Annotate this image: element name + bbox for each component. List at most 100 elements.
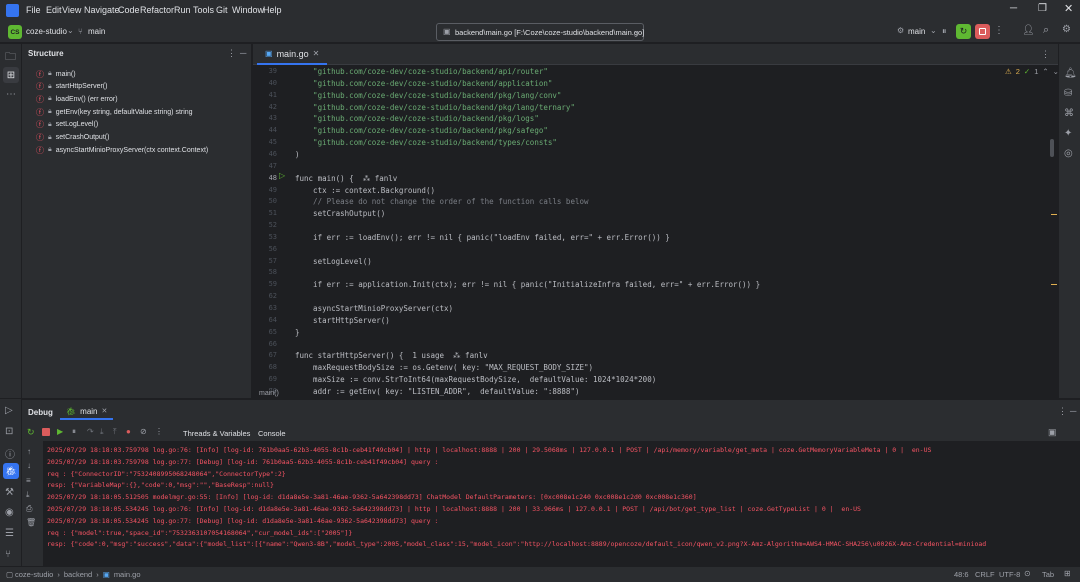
scrollbar-thumb[interactable]: [1050, 139, 1054, 157]
minimize-icon[interactable]: ─: [1010, 3, 1017, 14]
menu-edit[interactable]: Edit: [46, 5, 62, 15]
menu-view[interactable]: View: [62, 5, 81, 15]
code-line[interactable]: maxSize := conv.StrToInt64(maxRequestBod…: [295, 375, 656, 384]
line-separator[interactable]: CRLF: [975, 570, 995, 579]
code-line[interactable]: "github.com/coze-dev/coze-studio/backend…: [295, 91, 561, 100]
structure-icon[interactable]: ⊞: [3, 67, 19, 83]
code-line[interactable]: func main() { ⁂ fanlv: [295, 174, 397, 183]
file-path-selector[interactable]: ▣ backend\main.go [F:\Coze\coze-studio\b…: [436, 23, 644, 41]
more-icon[interactable]: ⋮: [155, 427, 163, 436]
step-into-icon[interactable]: ⤓: [100, 427, 104, 437]
rerun-icon[interactable]: ↻: [27, 427, 35, 438]
menu-git[interactable]: Git: [216, 5, 228, 15]
menu-refactor[interactable]: Refactor: [140, 5, 174, 15]
notifications-icon[interactable]: 🔔︎: [1064, 68, 1077, 79]
crumb-folder[interactable]: backend: [64, 570, 92, 579]
indent-setting[interactable]: Tab: [1042, 570, 1054, 579]
step-over-icon[interactable]: ↷: [87, 427, 94, 436]
more-icon[interactable]: ⋮: [227, 48, 236, 59]
code-line[interactable]: "github.com/coze-dev/coze-studio/backend…: [295, 138, 557, 147]
warning-marker[interactable]: [1051, 214, 1057, 215]
scroll-end-icon[interactable]: ⤓: [26, 490, 30, 500]
crumb-file[interactable]: main.go: [114, 570, 141, 579]
pause-icon[interactable]: ⏸: [942, 26, 947, 37]
memory-icon[interactable]: ⊞: [1064, 569, 1071, 578]
menu-help[interactable]: Help: [263, 5, 282, 15]
services-icon[interactable]: ⚒: [5, 487, 14, 498]
breakpoints-icon[interactable]: ●: [126, 427, 131, 436]
menu-code[interactable]: Code: [118, 5, 140, 15]
menu-tools[interactable]: Tools: [193, 5, 214, 15]
copilot-icon[interactable]: ◎: [1064, 148, 1073, 159]
layout-icon[interactable]: ▣: [1048, 427, 1057, 438]
code-line[interactable]: func startHttpServer() { 1 usage ⁂ fanlv: [295, 351, 488, 360]
pause-icon[interactable]: ⏸: [72, 427, 76, 437]
menu-window[interactable]: Window: [232, 5, 264, 15]
code-line[interactable]: startHttpServer(): [295, 316, 390, 325]
tab-threads-variables[interactable]: Threads & Variables: [183, 429, 250, 438]
search-icon[interactable]: ⌕: [1043, 24, 1049, 37]
menu-file[interactable]: File: [26, 5, 41, 15]
code-line[interactable]: setLogLevel(): [295, 257, 372, 266]
more-tools-icon[interactable]: ⋯: [6, 89, 16, 100]
step-out-icon[interactable]: ⤒: [113, 427, 117, 437]
settings-icon[interactable]: ⚙: [1062, 24, 1071, 35]
code-line[interactable]: if err := application.Init(ctx); err != …: [295, 280, 760, 289]
code-line[interactable]: asyncStartMinioProxyServer(ctx): [295, 304, 453, 313]
terminal-icon[interactable]: ⊡: [5, 426, 13, 437]
menu-run[interactable]: Run: [174, 5, 191, 15]
debug-session-tab[interactable]: 🐞︎ main ✕: [60, 404, 114, 420]
maximize-icon[interactable]: ❐: [1038, 3, 1047, 14]
ai-assistant-icon[interactable]: ✦: [1064, 128, 1072, 139]
project-folder-icon[interactable]: 🗀︎: [5, 48, 16, 67]
console-output[interactable]: 2025/07/29 18:18:03.759798 log.go:76: [I…: [43, 441, 1080, 567]
code-line[interactable]: // Please do not change the order of the…: [295, 197, 588, 206]
structure-item[interactable]: ⓕ 🔒︎ setCrashOutput(): [36, 132, 109, 144]
crumb-project[interactable]: coze-studio: [15, 570, 53, 579]
chevron-down-icon[interactable]: ⌄: [67, 26, 74, 35]
file-encoding[interactable]: UTF-8: [999, 570, 1020, 579]
branch-name[interactable]: main: [88, 27, 105, 36]
structure-item[interactable]: ⓕ 🔒︎ loadEnv() (err error): [36, 93, 118, 105]
cursor-position[interactable]: 48:6: [954, 570, 969, 579]
account-icon[interactable]: 👤︎: [1022, 25, 1035, 36]
gradle-icon[interactable]: ⌘: [1064, 108, 1074, 119]
stop-button[interactable]: [975, 24, 990, 39]
close-tab-icon[interactable]: ✕: [102, 407, 108, 415]
code-line[interactable]: "github.com/coze-dev/coze-studio/backend…: [295, 126, 548, 135]
run-config-name[interactable]: main: [908, 27, 925, 36]
close-icon[interactable]: ✕: [1064, 2, 1073, 15]
debug-tool-icon[interactable]: 🐞︎: [3, 463, 19, 479]
code-line[interactable]: setCrashOutput(): [295, 209, 385, 218]
structure-item[interactable]: ⓕ 🔒︎ asyncStartMinioProxyServer(ctx contex…: [36, 144, 208, 156]
chevron-down-icon[interactable]: ⌄: [930, 26, 937, 35]
code-line[interactable]: ): [295, 150, 300, 159]
warning-marker[interactable]: [1051, 284, 1057, 285]
tab-main-go[interactable]: ▣ main.go ✕: [257, 44, 328, 65]
code-line[interactable]: if err := loadEnv(); err != nil { panic(…: [295, 233, 670, 242]
structure-item[interactable]: ⓕ 🔒︎ setLogLevel(): [36, 119, 98, 131]
code-line[interactable]: "github.com/coze-dev/coze-studio/backend…: [295, 103, 575, 112]
run-icon[interactable]: ▷: [5, 405, 13, 416]
code-line[interactable]: "github.com/coze-dev/coze-studio/backend…: [295, 67, 548, 76]
close-tab-icon[interactable]: ✕: [313, 49, 320, 58]
minimize-panel-icon[interactable]: ─: [1070, 406, 1076, 416]
editor-breadcrumb[interactable]: main(): [253, 390, 1058, 399]
chevron-up-icon[interactable]: ⌃: [1042, 67, 1048, 76]
problems-icon[interactable]: ⓘ: [5, 446, 15, 461]
arrow-down-icon[interactable]: ↓: [27, 461, 31, 470]
arrow-up-icon[interactable]: ↑: [27, 447, 31, 456]
trash-icon[interactable]: 🗑︎: [26, 518, 36, 527]
project-name[interactable]: coze-studio: [26, 27, 67, 36]
code-line[interactable]: ctx := context.Background(): [295, 186, 435, 195]
code-line[interactable]: "github.com/coze-dev/coze-studio/backend…: [295, 79, 552, 88]
more-icon[interactable]: ⋮: [994, 25, 1004, 36]
code-line[interactable]: "github.com/coze-dev/coze-studio/backend…: [295, 114, 539, 123]
print-icon[interactable]: ⎙: [26, 504, 32, 514]
stop-icon[interactable]: [42, 428, 50, 436]
menu-navigate[interactable]: Navigate: [84, 5, 120, 15]
code-line[interactable]: }: [295, 328, 300, 337]
minimize-panel-icon[interactable]: ─: [240, 48, 246, 58]
messages-icon[interactable]: ☰: [5, 528, 14, 539]
more-icon[interactable]: ⋮: [1058, 406, 1067, 417]
